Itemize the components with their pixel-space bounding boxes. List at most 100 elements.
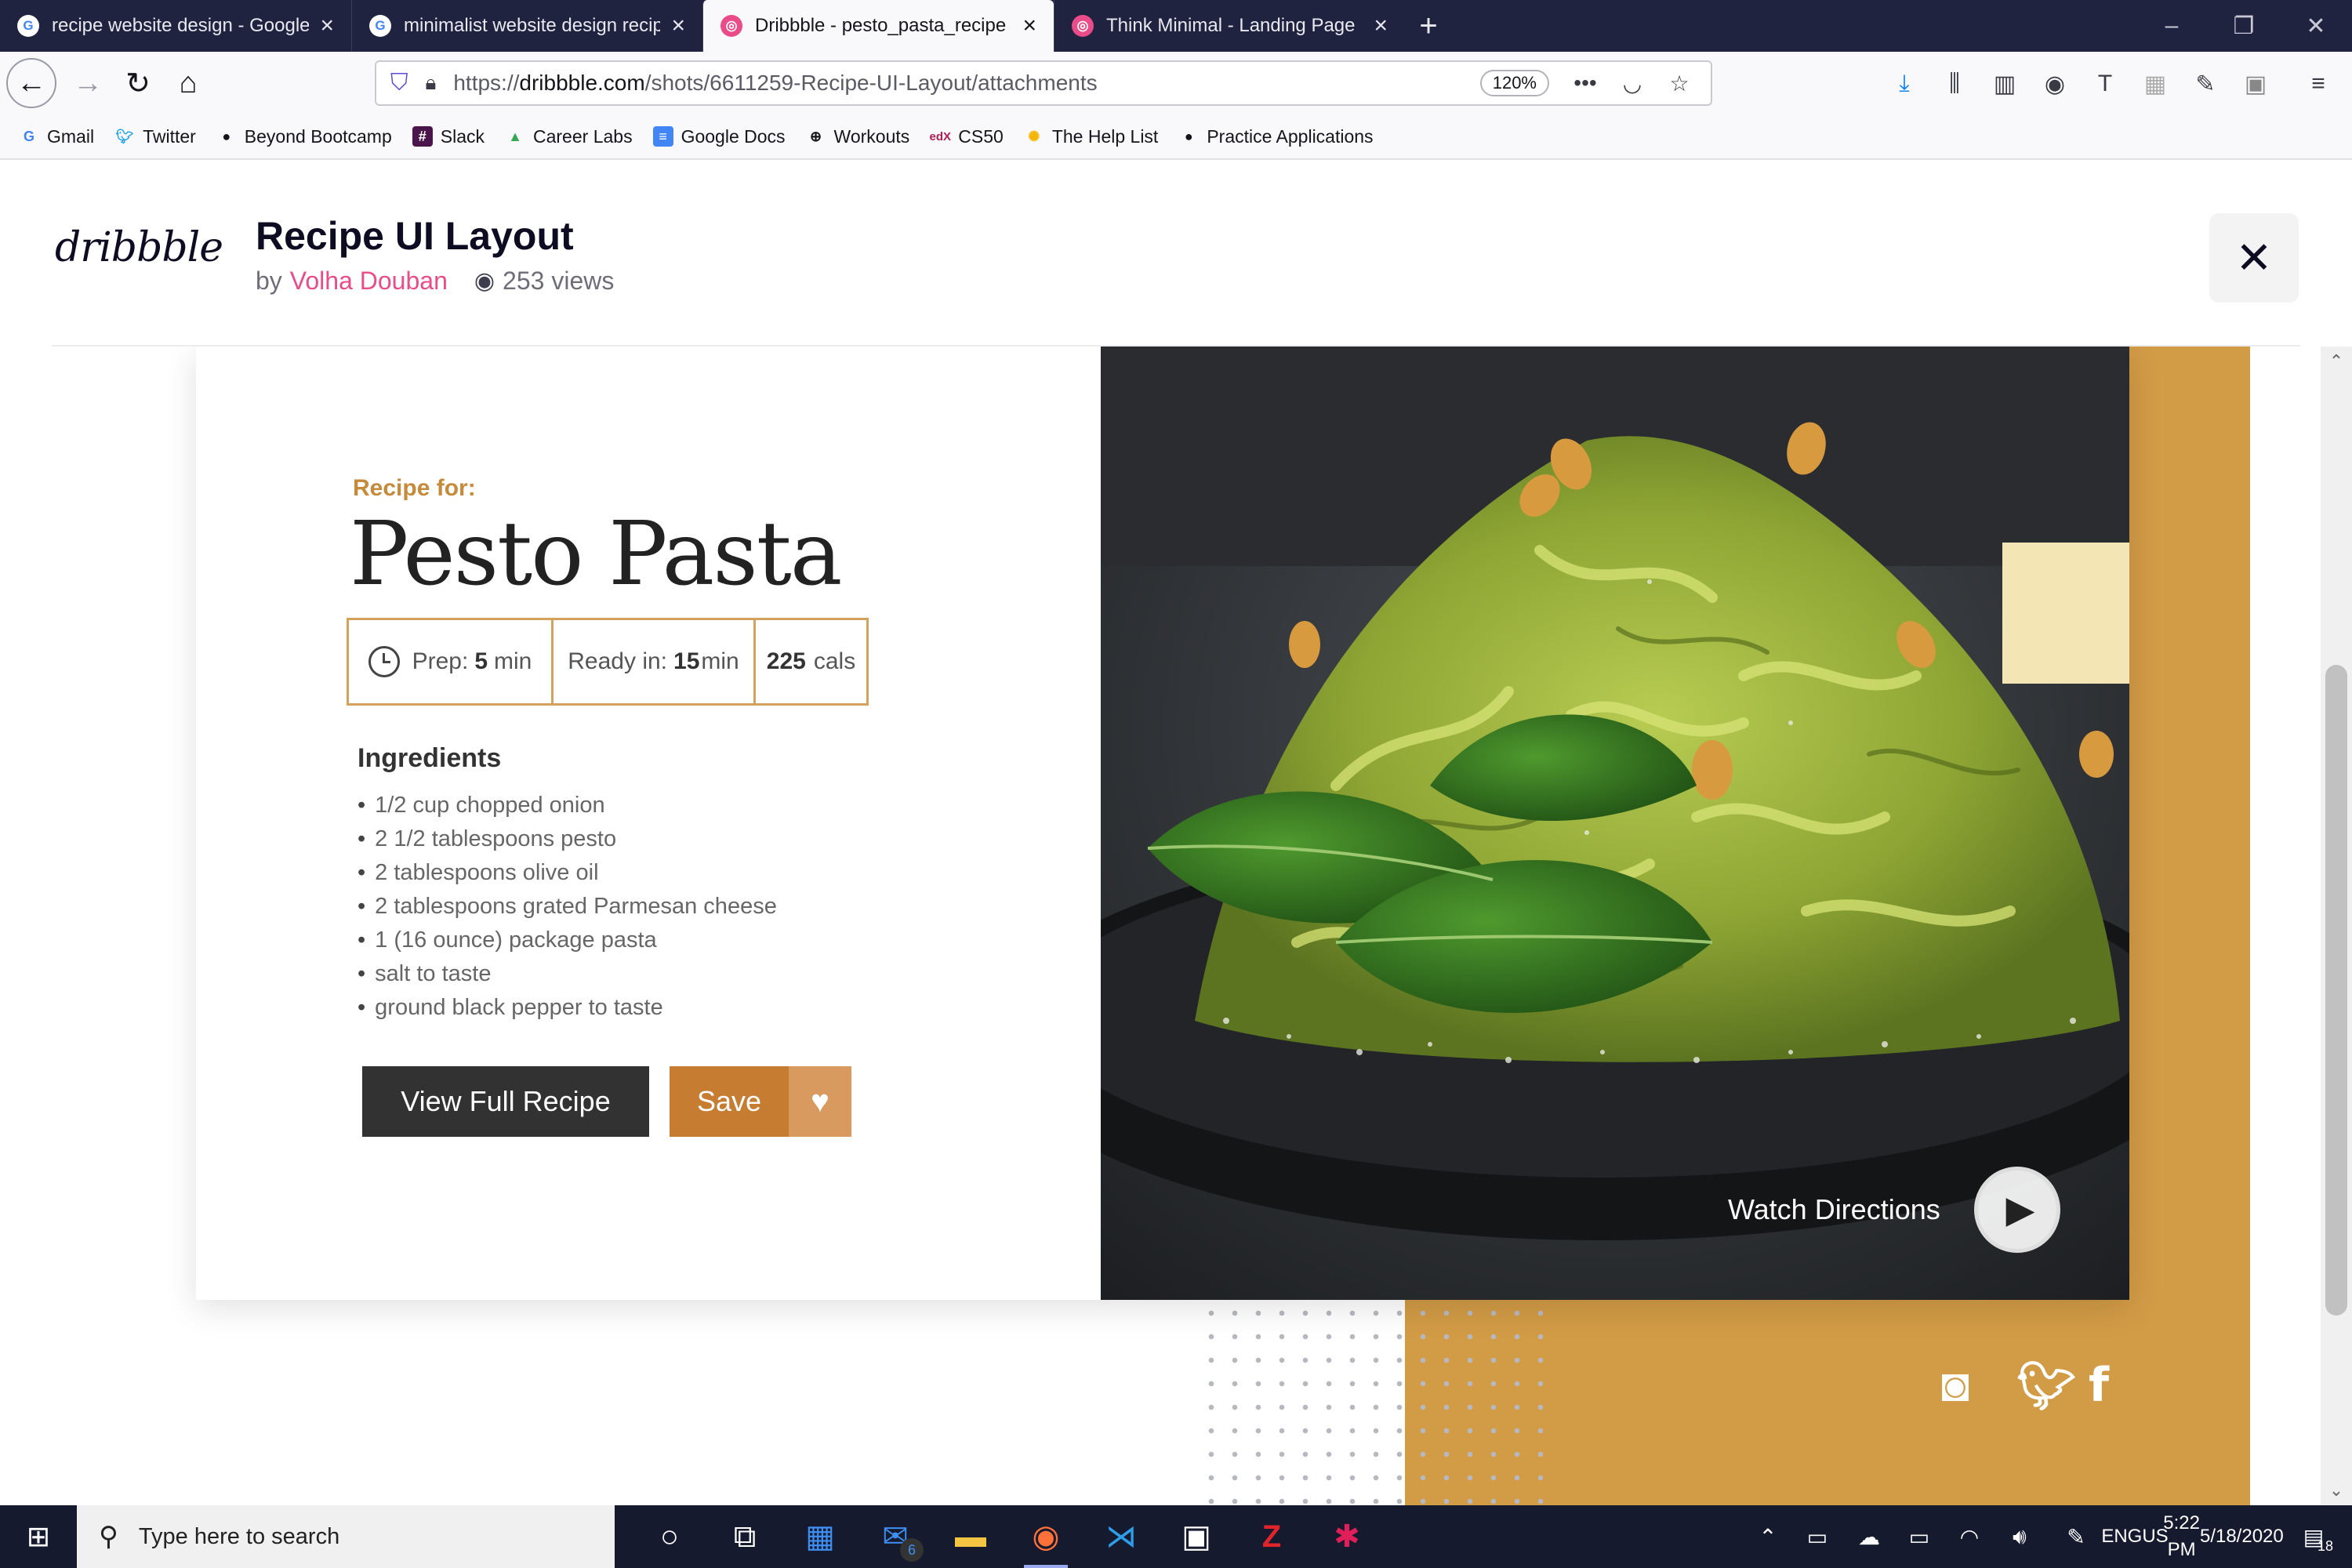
- view-full-recipe-button[interactable]: View Full Recipe: [362, 1066, 649, 1137]
- shield-icon[interactable]: ⛉: [390, 70, 408, 96]
- scroll-down-icon[interactable]: ⌄: [2321, 1480, 2352, 1501]
- bookmark-help-list[interactable]: ✺ The Help List: [1024, 126, 1158, 147]
- bookmark-label: Beyond Bootcamp: [244, 125, 392, 147]
- menu-icon[interactable]: ≡: [2297, 63, 2339, 105]
- firefox-icon[interactable]: ◉: [1008, 1505, 1083, 1568]
- bookmark-workouts[interactable]: ⊕ Workouts: [806, 126, 909, 147]
- text-extension-icon[interactable]: T: [2084, 63, 2126, 105]
- scroll-thumb[interactable]: [2325, 665, 2347, 1316]
- ingredients-list: 1/2 cup chopped onion 2 1/2 tablespoons …: [358, 789, 777, 1025]
- bookmark-slack[interactable]: # Slack: [412, 126, 485, 147]
- close-icon: ✕: [2235, 233, 2273, 282]
- tab-close-icon[interactable]: ×: [320, 13, 334, 39]
- scroll-up-icon[interactable]: ⌃: [2321, 351, 2352, 372]
- taskbar-search[interactable]: ⚲ Type here to search: [77, 1505, 615, 1568]
- browser-tab-active[interactable]: ◎ Dribbble - pesto_pasta_recipe ×: [702, 0, 1054, 52]
- browser-tab[interactable]: G recipe website design - Google ×: [0, 0, 351, 52]
- tray-display-icon[interactable]: ▭: [1795, 1505, 1839, 1568]
- language-indicator[interactable]: ENG US: [2101, 1505, 2168, 1568]
- github-icon: ●: [1184, 128, 1193, 144]
- play-button[interactable]: ▶: [1974, 1167, 2060, 1253]
- tab-close-icon[interactable]: ×: [1374, 13, 1388, 39]
- author-link[interactable]: Volha Douban: [290, 267, 448, 296]
- task-view-icon[interactable]: ⧉: [707, 1505, 782, 1568]
- bookmark-google-docs[interactable]: ≡ Google Docs: [652, 126, 786, 147]
- heart-button[interactable]: ♥: [789, 1066, 851, 1137]
- slack-icon[interactable]: ✱: [1309, 1505, 1385, 1568]
- twitter-icon[interactable]: 🐦︎: [2016, 1358, 2076, 1414]
- play-icon: ▶: [2005, 1189, 2035, 1231]
- bookmark-gmail[interactable]: G Gmail: [19, 126, 94, 147]
- bookmark-label: Gmail: [47, 125, 95, 147]
- mail-icon[interactable]: ✉ 6: [858, 1505, 933, 1568]
- account-icon[interactable]: ◉: [2034, 63, 2076, 105]
- pocket-icon[interactable]: ◡: [1617, 71, 1648, 96]
- browser-tab-strip: G recipe website design - Google × G min…: [0, 0, 2352, 52]
- save-button[interactable]: Save: [670, 1066, 789, 1137]
- ready-unit: min: [701, 648, 739, 674]
- ingredient-item: 2 tablespoons grated Parmesan cheese: [358, 890, 777, 924]
- forward-button[interactable]: →: [63, 58, 113, 108]
- notification-icon[interactable]: ▤ 18: [2286, 1505, 2341, 1568]
- dribbble-icon: ◎: [1072, 15, 1094, 37]
- tray-overflow-icon[interactable]: ⌃: [1748, 1505, 1788, 1568]
- restore-icon[interactable]: ❐: [2208, 0, 2280, 52]
- tab-close-icon[interactable]: ×: [1022, 13, 1036, 39]
- tab-close-icon[interactable]: ×: [671, 13, 685, 39]
- vscode-icon[interactable]: ⋊: [1083, 1505, 1159, 1568]
- by-label: by: [256, 267, 282, 295]
- bookmark-label: Practice Applications: [1207, 125, 1374, 147]
- minimize-icon[interactable]: –: [2136, 0, 2208, 52]
- bookmark-twitter[interactable]: 🐦︎ Twitter: [114, 126, 196, 147]
- dribbble-icon: ◎: [720, 15, 742, 37]
- terminal-icon[interactable]: ▣: [1159, 1505, 1234, 1568]
- instagram-icon[interactable]: ◙: [1941, 1358, 1969, 1412]
- filezilla-icon[interactable]: Z: [1234, 1505, 1309, 1568]
- page-actions-icon[interactable]: •••: [1570, 71, 1601, 96]
- browser-tab[interactable]: ◎ Think Minimal - Landing Page ×: [1054, 0, 1405, 52]
- heart-icon: ♥: [811, 1083, 829, 1119]
- download-icon[interactable]: ⤓: [1883, 63, 1926, 105]
- recipe-card: Recipe for: Pesto Pasta Prep: 5 min Read…: [196, 347, 2129, 1300]
- library-icon[interactable]: ⫼: [1933, 63, 1976, 105]
- extension-icon[interactable]: ▦: [2134, 63, 2176, 105]
- clock[interactable]: 5:22 PM 5/18/2020: [2163, 1505, 2284, 1568]
- bookmark-beyond-bootcamp[interactable]: ● Beyond Bootcamp: [216, 125, 392, 147]
- notification-count: 18: [2318, 1538, 2334, 1554]
- browser-tab[interactable]: G minimalist website design recip ×: [351, 0, 702, 52]
- url-text[interactable]: https://dribbble.com/shots/6611259-Recip…: [453, 71, 1479, 96]
- facebook-icon[interactable]: f: [2089, 1358, 2109, 1413]
- calories: 225 cals: [753, 620, 866, 703]
- address-bar[interactable]: ⛉ 🔒︎ https://dribbble.com/shots/6611259-…: [375, 60, 1712, 106]
- recipe-for-label: Recipe for:: [353, 475, 476, 501]
- picker-extension-icon[interactable]: ✎: [2184, 63, 2227, 105]
- bookmark-cs50[interactable]: edX CS50: [930, 126, 1004, 147]
- bookmark-career-labs[interactable]: ▲ Career Labs: [505, 126, 633, 147]
- onedrive-icon[interactable]: ☁: [1847, 1505, 1891, 1568]
- calendar-icon[interactable]: ▦: [782, 1505, 858, 1568]
- start-button[interactable]: ⊞: [0, 1505, 77, 1568]
- bookmark-practice-applications[interactable]: ● Practice Applications: [1178, 125, 1374, 147]
- wifi-icon[interactable]: ◠: [1947, 1505, 1991, 1568]
- window-close-icon[interactable]: ✕: [2280, 0, 2352, 52]
- cortana-icon[interactable]: ○: [632, 1505, 707, 1568]
- new-tab-button[interactable]: +: [1405, 0, 1452, 52]
- file-explorer-icon[interactable]: ▬: [933, 1505, 1008, 1568]
- zoom-level-badge[interactable]: 120%: [1479, 70, 1549, 96]
- back-button[interactable]: ←: [6, 58, 56, 108]
- battery-icon[interactable]: ▭: [1897, 1505, 1941, 1568]
- bookmark-star-icon[interactable]: ☆: [1664, 71, 1695, 96]
- tab-title: recipe website design - Google: [52, 15, 310, 36]
- bookmark-label: CS50: [958, 125, 1004, 147]
- extension-icon[interactable]: ▣: [2234, 63, 2277, 105]
- dribbble-logo[interactable]: dribbble: [55, 224, 223, 271]
- home-button[interactable]: ⌂: [163, 58, 213, 108]
- sidebar-icon[interactable]: ▥: [1984, 63, 2026, 105]
- watch-directions-label[interactable]: Watch Directions: [1728, 1193, 1940, 1226]
- close-shot-button[interactable]: ✕: [2209, 213, 2299, 303]
- pen-icon[interactable]: ✎: [2054, 1505, 2098, 1568]
- volume-icon[interactable]: 🔊︎: [1998, 1505, 2042, 1568]
- lock-icon[interactable]: 🔒︎: [426, 71, 437, 96]
- page-scrollbar[interactable]: ⌃ ⌄: [2321, 347, 2352, 1505]
- reload-button[interactable]: ↻: [113, 58, 163, 108]
